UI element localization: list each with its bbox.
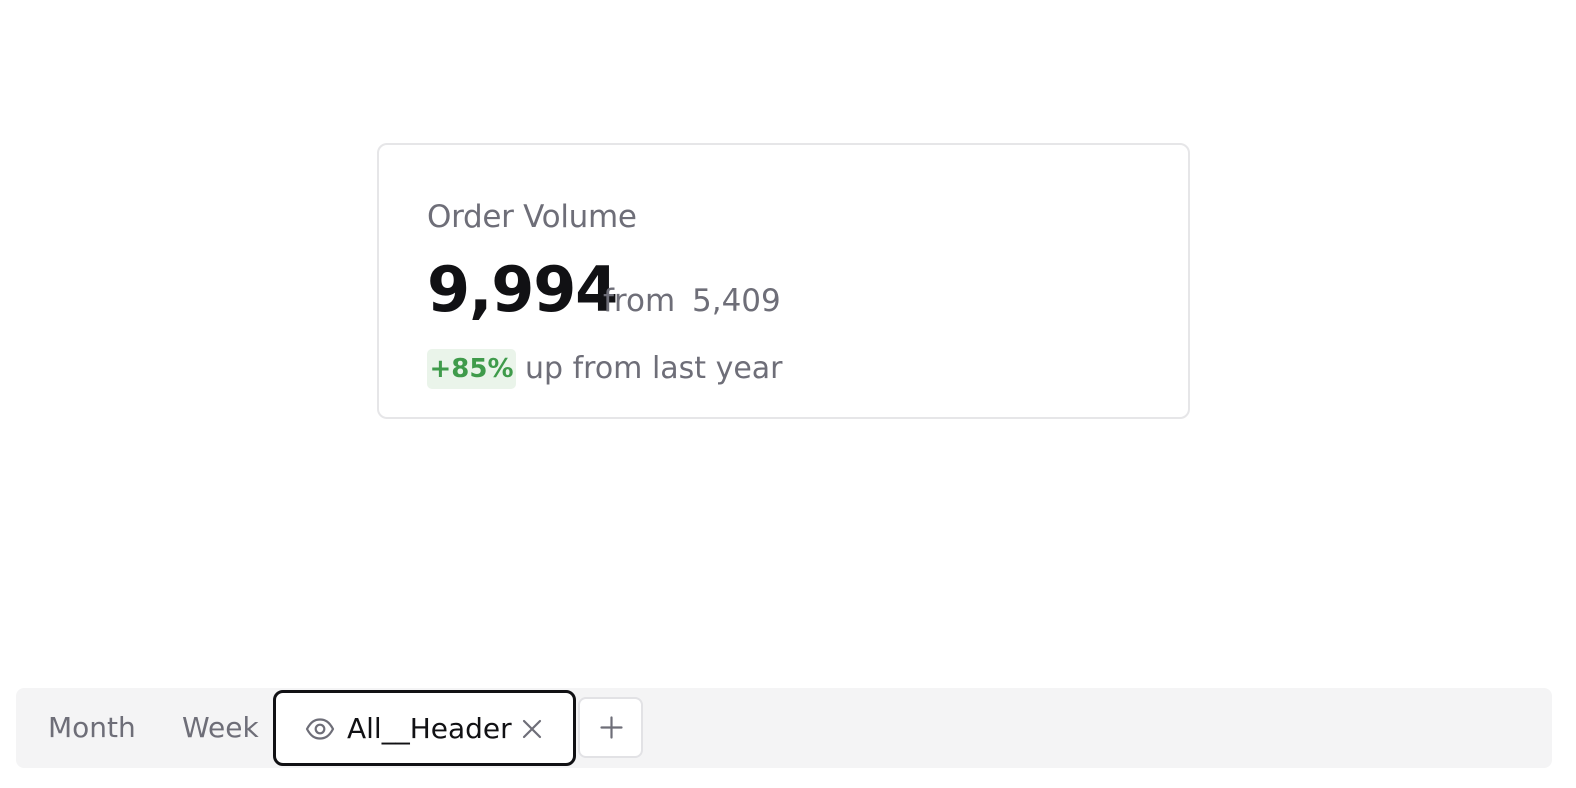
page: Order Volume 9,994 from 5,409 +85% up fr… <box>0 0 1576 788</box>
add-tab-button[interactable] <box>578 697 643 758</box>
delta-badge: +85% <box>427 349 516 389</box>
metric-from-label: from <box>603 283 676 319</box>
order-volume-card: Order Volume 9,994 from 5,409 +85% up fr… <box>377 143 1190 419</box>
metric-value: 9,994 <box>427 253 618 326</box>
plus-icon <box>600 716 623 739</box>
sheet-tab-bar: Month Week All__Header <box>16 688 1552 768</box>
tab-all-header[interactable]: All__Header <box>273 690 576 766</box>
card-title: Order Volume <box>427 199 637 235</box>
close-icon[interactable] <box>521 718 543 740</box>
tab-month[interactable]: Month <box>48 688 136 768</box>
eye-icon <box>305 718 335 740</box>
tab-week[interactable]: Week <box>182 688 259 768</box>
metric-previous-value: 5,409 <box>692 283 781 319</box>
delta-text: up from last year <box>525 351 783 386</box>
tab-all-header-label: All__Header <box>347 712 512 745</box>
